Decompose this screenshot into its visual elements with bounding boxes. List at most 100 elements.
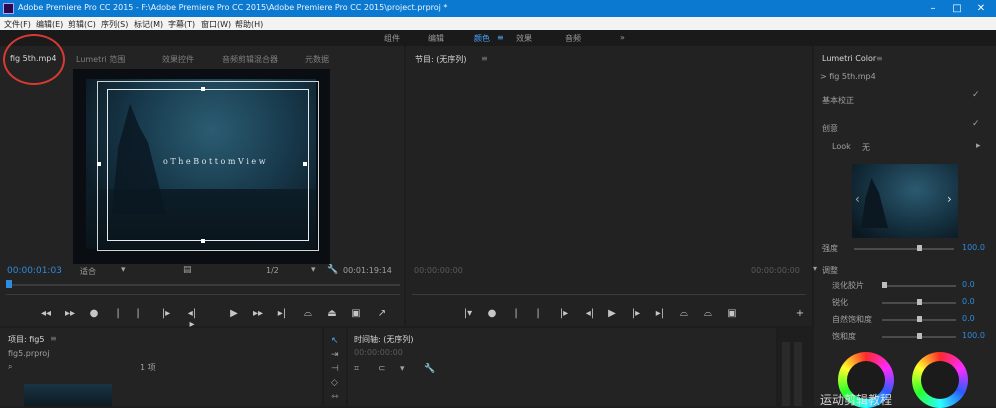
step-forward-icon[interactable]: ▸▸ [252,308,264,319]
close-button[interactable]: ✕ [972,1,990,16]
tab-project[interactable]: 项目: fig5 [8,334,44,345]
snap-icon[interactable]: ⌗ [354,364,359,374]
source-timecode[interactable]: 00:00:01:03 [7,266,62,276]
source-scrub-bar[interactable] [6,284,400,286]
workspace-menu-icon[interactable]: ≡ [497,33,504,42]
look-next-chevron-icon[interactable]: › [947,192,952,206]
source-playhead[interactable] [6,280,12,288]
project-clip-thumbnail[interactable] [24,384,112,406]
resolution-arrow-icon[interactable]: ▾ [311,265,316,275]
selection-tool-icon[interactable]: ↖ [331,336,339,346]
menu-help[interactable]: 帮助(H) [235,19,263,30]
mark-in-icon[interactable]: ▸▸ [64,308,76,319]
program-play-icon[interactable]: ▶ [606,308,618,319]
program-extract-icon[interactable]: ⌓ [702,308,714,319]
add-marker-timeline-icon[interactable]: ▾ [400,364,405,374]
menu-edit[interactable]: 编辑(E) [36,19,63,30]
tab-lumetri-color[interactable]: Lumetri Color [822,54,876,63]
workspace-effects[interactable]: 效果 [516,33,532,44]
program-export-frame-icon[interactable]: ▣ [726,308,738,319]
program-clear-icon[interactable]: | [532,308,544,319]
workspace-color[interactable]: 颜色 [474,33,490,44]
tab-timeline[interactable]: 时间轴: (无序列) [354,334,413,345]
handle-left[interactable] [97,162,101,166]
creative-header[interactable]: 创意 [822,123,838,134]
lumetri-menu-icon[interactable]: ≡ [876,54,883,63]
program-mark-in-icon[interactable]: ● [486,308,498,319]
overwrite-icon[interactable]: ⏏ [326,308,338,319]
workspace-more-icon[interactable]: » [620,33,625,42]
clear-in-icon[interactable]: | [112,308,124,319]
timeline-timecode[interactable]: 00:00:00:00 [354,348,403,357]
look-dropdown-arrow-icon[interactable]: ▸ [976,141,981,151]
slider-track[interactable] [882,285,956,287]
play-icon[interactable]: ▶ [228,308,240,319]
adjust-header[interactable]: 调整 [822,265,838,276]
slider-value[interactable]: 0.0 [962,297,975,306]
resolution-dropdown[interactable]: 1/2 [266,266,279,275]
slider-knob[interactable] [917,299,922,305]
intensity-slider-track[interactable] [854,248,954,250]
menu-file[interactable]: 文件(F) [4,19,31,30]
lumetri-clip-name[interactable]: > fig 5th.mp4 [820,72,876,81]
program-step-back-icon[interactable]: ◂| [584,308,596,319]
program-mark-out-icon[interactable]: | [510,308,522,319]
project-bin-name[interactable]: fig5.prproj [8,349,49,358]
ripple-edit-tool-icon[interactable]: ⊣ [331,364,339,374]
program-go-in-icon[interactable]: |▸ [558,308,570,319]
minimize-button[interactable]: – [924,1,942,16]
source-video-frame[interactable]: o T h e B o t t o m V i e w [73,69,330,264]
handle-top[interactable] [201,87,205,91]
maximize-button[interactable]: □ [948,1,966,16]
intensity-value[interactable]: 100.0 [962,243,985,252]
slider-knob[interactable] [882,282,887,288]
menu-clip[interactable]: 剪辑(C) [68,19,96,30]
tab-effect-controls[interactable]: 效果控件 [162,54,194,65]
linked-selection-icon[interactable]: ⊂ [378,364,386,374]
slider-value[interactable]: 100.0 [962,331,985,340]
tab-metadata[interactable]: 元数据 [305,54,329,65]
look-preview-thumbnail[interactable]: ‹ › [852,164,958,238]
workspace-assembly[interactable]: 组件 [384,33,400,44]
look-dropdown[interactable]: 无 [862,142,870,153]
tab-lumetri-scopes[interactable]: Lumetri 范围 [76,54,125,65]
program-add-button-icon[interactable]: + [794,308,806,319]
program-step-forward-icon[interactable]: |▸ [630,308,642,319]
timeline-settings-icon[interactable]: 🔧 [424,364,435,374]
slider-knob[interactable] [917,316,922,322]
slider-knob[interactable] [917,333,922,339]
highlight-tint-wheel[interactable] [912,352,968,408]
add-marker-icon[interactable]: ◂◂ [40,308,52,319]
go-to-out-icon[interactable]: ▸| [276,308,288,319]
slider-value[interactable]: 0.0 [962,280,975,289]
menu-title[interactable]: 字幕(T) [168,19,195,30]
handle-right[interactable] [303,162,307,166]
go-to-in-icon[interactable]: |▸ [160,308,172,319]
search-icon[interactable]: ⌕ [8,362,12,372]
basic-correction-header[interactable]: 基本校正 [822,95,854,106]
basic-correction-checkbox[interactable]: ✓ [972,90,980,100]
program-title[interactable]: 节目: (无序列) [415,54,466,65]
clip-icon[interactable]: ▤ [183,265,192,275]
menu-marker[interactable]: 标记(M) [134,19,163,30]
program-add-marker-icon[interactable]: |▾ [462,308,474,319]
menu-window[interactable]: 窗口(W) [201,19,231,30]
clear-out-icon[interactable]: | [132,308,144,319]
razor-tool-icon[interactable]: ◇ [331,378,338,388]
project-menu-icon[interactable]: ≡ [50,334,57,343]
program-menu-icon[interactable]: ≡ [481,54,488,63]
creative-checkbox[interactable]: ✓ [972,119,980,129]
adjust-expand-icon[interactable]: ▾ [813,264,817,273]
step-back-icon[interactable]: ◂|▸ [186,308,198,330]
program-lift-icon[interactable]: ⌓ [678,308,690,319]
settings-wrench-icon[interactable]: 🔧 [327,265,338,275]
export-frame-icon[interactable]: ▣ [350,308,362,319]
button-editor-icon[interactable]: ↗ [376,308,388,319]
program-go-out-icon[interactable]: ▸| [654,308,666,319]
mark-out-icon[interactable]: ● [88,308,100,319]
handle-bottom[interactable] [201,239,205,243]
slider-value[interactable]: 0.0 [962,314,975,323]
tab-audio-mixer[interactable]: 音频剪辑混合器 [222,54,278,65]
slip-tool-icon[interactable]: ⇿ [331,392,339,402]
program-timecode-left[interactable]: 00:00:00:00 [414,266,463,275]
